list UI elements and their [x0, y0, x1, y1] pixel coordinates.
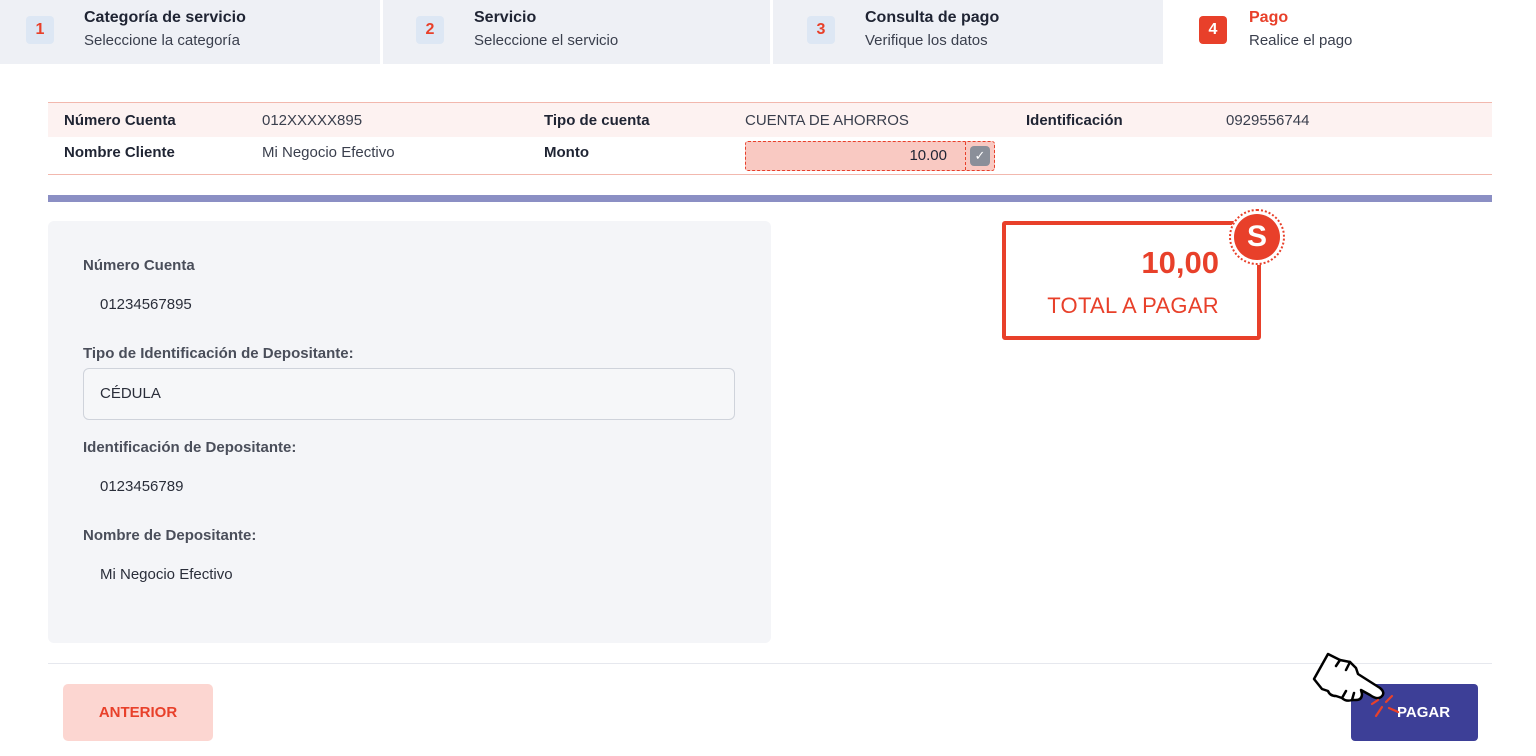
- total-label: TOTAL A PAGAR: [1047, 293, 1219, 318]
- nombre-depositante-label: Nombre de Depositante:: [83, 527, 257, 544]
- tipo-identificacion-label: Tipo de Identificación de Depositante:: [83, 345, 354, 362]
- step-consulta[interactable]: 3 Consulta de pago Verifique los datos: [773, 0, 1163, 64]
- nombre-cliente-label: Nombre Cliente: [64, 144, 175, 161]
- step-servicio[interactable]: 2 Servicio Seleccione el servicio: [383, 0, 770, 64]
- step-number: 3: [807, 16, 835, 44]
- checkmark-icon[interactable]: ✓: [970, 146, 990, 166]
- step-subtitle: Seleccione el servicio: [474, 32, 619, 49]
- nombre-depositante-value: Mi Negocio Efectivo: [100, 566, 233, 583]
- monto-input[interactable]: 10.00: [746, 142, 966, 170]
- step-number: 4: [1199, 16, 1227, 44]
- step-title: Pago: [1249, 9, 1289, 26]
- pointing-hand-icon: [1312, 652, 1400, 718]
- step-subtitle: Seleccione la categoría: [84, 32, 240, 49]
- identificacion-label: Identificación: [1026, 112, 1123, 129]
- step-title: Consulta de pago: [865, 9, 1000, 26]
- step-subtitle: Verifique los datos: [865, 32, 988, 49]
- step-number: 2: [416, 16, 444, 44]
- numero-cuenta-value: 012XXXXX895: [262, 112, 363, 129]
- nombre-cliente-value: Mi Negocio Efectivo: [262, 144, 395, 161]
- total-box: 10,00 TOTAL A PAGAR: [1002, 221, 1261, 340]
- section-divider: [48, 195, 1492, 202]
- depositor-form: Número Cuenta 01234567895 Tipo de Identi…: [48, 221, 771, 643]
- numero-cuenta-value: 01234567895: [100, 296, 192, 313]
- footer-divider: [48, 663, 1492, 664]
- anterior-button[interactable]: ANTERIOR: [63, 684, 213, 741]
- identificacion-value: 0929556744: [1226, 112, 1310, 129]
- tipo-identificacion-select[interactable]: CÉDULA: [83, 368, 735, 420]
- dollar-icon-glyph: S: [1234, 214, 1280, 260]
- step-subtitle: Realice el pago: [1249, 32, 1353, 49]
- identificacion-depositante-value: 0123456789: [100, 478, 184, 495]
- step-number: 1: [26, 16, 54, 44]
- total-amount: 10,00: [1141, 245, 1219, 280]
- numero-cuenta-label: Número Cuenta: [83, 257, 195, 274]
- identificacion-depositante-label: Identificación de Depositante:: [83, 439, 297, 456]
- monto-field[interactable]: 10.00 ✓: [745, 141, 995, 171]
- monto-label: Monto: [544, 144, 589, 161]
- step-pago[interactable]: 4 Pago Realice el pago: [1163, 0, 1536, 64]
- account-summary: Número Cuenta 012XXXXX895 Tipo de cuenta…: [48, 102, 1492, 175]
- step-title: Servicio: [474, 9, 537, 26]
- tipo-cuenta-value: CUENTA DE AHORROS: [745, 112, 909, 129]
- stepper: 1 Categoría de servicio Seleccione la ca…: [0, 0, 1536, 64]
- numero-cuenta-label: Número Cuenta: [64, 112, 176, 129]
- tipo-cuenta-label: Tipo de cuenta: [544, 112, 650, 129]
- step-title: Categoría de servicio: [84, 9, 246, 26]
- dollar-icon: S: [1229, 209, 1285, 265]
- step-categoria[interactable]: 1 Categoría de servicio Seleccione la ca…: [0, 0, 380, 64]
